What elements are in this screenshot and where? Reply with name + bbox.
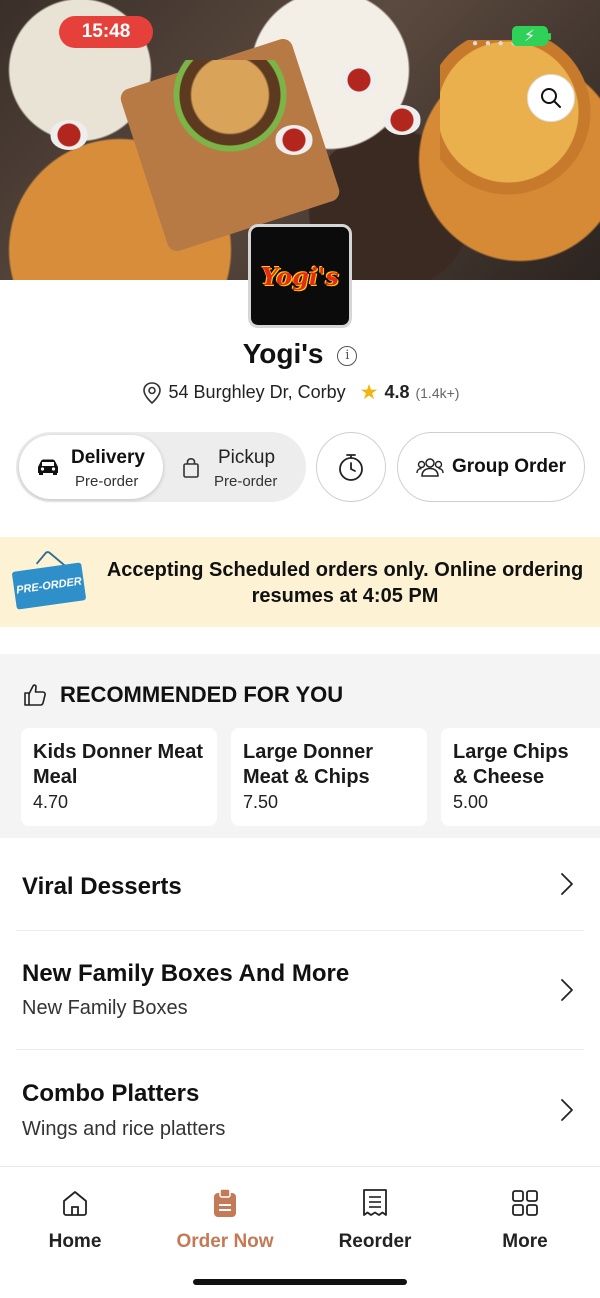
home-icon — [63, 1191, 87, 1216]
order-icon — [214, 1188, 236, 1217]
preorder-sign-text: PRE-ORDER — [15, 575, 83, 597]
delivery-option[interactable]: Delivery Pre-order — [19, 435, 163, 499]
order-mode-toggle: Delivery Pre-order Pickup Pre-order — [16, 432, 306, 502]
category-title: Combo Platters — [22, 1080, 200, 1107]
recommended-header: RECOMMENDED FOR YOU — [22, 682, 343, 708]
recommended-item-name: Large Chips & Cheese — [453, 741, 569, 788]
chevron-right-icon — [561, 1099, 573, 1121]
bottom-nav: Home Order Now Reorder More — [0, 1166, 600, 1298]
recommended-item[interactable]: Kids Donner Meat Meal 4.70 — [21, 728, 217, 826]
category-row-combo-platters[interactable]: Combo Platters Wings and rice platters — [0, 1050, 600, 1166]
nav-order-now-label: Order Now — [176, 1231, 274, 1252]
category-title: New Family Boxes And More — [22, 960, 350, 987]
nav-reorder[interactable]: Reorder — [300, 1185, 450, 1253]
recommended-item-price: 5.00 — [453, 792, 489, 812]
nav-order-now[interactable]: Order Now — [150, 1185, 300, 1253]
category-title: Viral Desserts — [22, 873, 182, 900]
battery-icon: ⚡ — [512, 26, 551, 46]
location-pin-icon — [142, 381, 161, 404]
preorder-banner: PRE-ORDER Accepting Scheduled orders onl… — [0, 537, 600, 627]
address-row: 54 Burghley Dr, Corby ★ 4.8 (1.4k+) — [0, 380, 600, 405]
store-rating: 4.8 — [384, 382, 410, 402]
recommended-item[interactable]: Large Chips & Cheese 5.00 — [441, 728, 600, 826]
nav-reorder-label: Reorder — [338, 1231, 412, 1252]
car-icon — [38, 459, 58, 475]
receipt-icon — [363, 1189, 387, 1216]
store-name-row: Yogi's i — [0, 338, 600, 370]
recommended-item-price: 7.50 — [243, 792, 279, 812]
delivery-label: Delivery — [71, 447, 145, 468]
recommended-item-name: Kids Donner Meat Meal — [33, 741, 204, 788]
rating-count: (1.4k+) — [415, 384, 460, 401]
bag-icon — [183, 457, 199, 478]
group-order-button[interactable]: Group Order — [397, 432, 585, 502]
chevron-right-icon — [561, 979, 573, 1001]
recommended-item-price: 4.70 — [33, 792, 69, 812]
preorder-sign-icon: PRE-ORDER — [11, 562, 87, 610]
store-logo: Yogi's — [248, 224, 352, 328]
category-row-viral-desserts[interactable]: Viral Desserts — [0, 838, 600, 930]
recommended-item[interactable]: Large Donner Meat & Chips 7.50 — [231, 728, 427, 826]
chevron-right-icon — [561, 873, 573, 895]
schedule-button[interactable] — [316, 432, 386, 502]
home-indicator[interactable] — [193, 1279, 407, 1285]
category-subtitle: New Family Boxes — [22, 997, 188, 1019]
star-icon: ★ — [359, 381, 379, 404]
timer-icon — [339, 454, 363, 481]
thumbs-up-icon — [24, 684, 46, 706]
store-name: Yogi's — [242, 338, 324, 369]
banner-message: Accepting Scheduled orders only. Online … — [106, 559, 584, 607]
category-row-family-boxes[interactable]: New Family Boxes And More New Family Box… — [0, 931, 600, 1049]
pickup-option[interactable]: Pickup Pre-order — [166, 435, 302, 499]
search-button[interactable] — [527, 74, 575, 122]
nav-home-label: Home — [48, 1231, 102, 1252]
grid-icon — [512, 1190, 538, 1216]
recommended-title: RECOMMENDED FOR YOU — [60, 682, 344, 707]
recommended-section: RECOMMENDED FOR YOU Kids Donner Meat Mea… — [0, 654, 600, 838]
delivery-sub: Pre-order — [75, 473, 139, 490]
store-address[interactable]: 54 Burghley Dr, Corby — [169, 382, 346, 403]
info-icon[interactable]: i — [337, 345, 358, 366]
category-subtitle: Wings and rice platters — [22, 1118, 226, 1140]
recommended-item-name: Large Donner Meat & Chips — [243, 741, 374, 788]
logo-text: Yogi's — [261, 261, 339, 291]
nav-more-label: More — [502, 1231, 548, 1252]
status-time: 15:48 — [59, 16, 153, 48]
nav-home[interactable]: Home — [0, 1185, 150, 1253]
search-icon — [541, 88, 561, 108]
pickup-label: Pickup — [218, 447, 276, 468]
group-order-label: Group Order — [451, 456, 566, 477]
group-icon — [416, 458, 444, 477]
pickup-sub: Pre-order — [214, 473, 278, 490]
nav-more[interactable]: More — [450, 1185, 600, 1253]
